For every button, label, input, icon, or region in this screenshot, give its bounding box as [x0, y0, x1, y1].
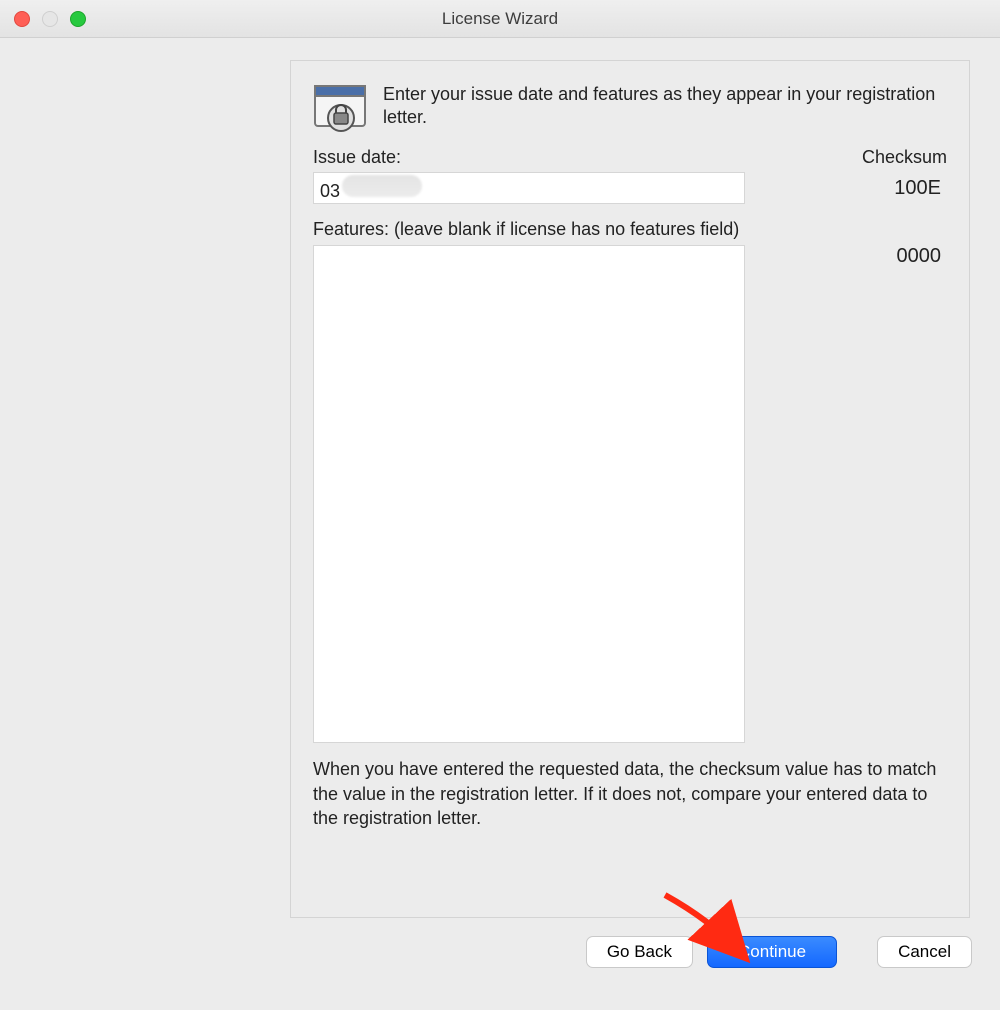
go-back-button[interactable]: Go Back [586, 936, 693, 968]
issue-date-checksum: 100E [894, 177, 947, 200]
wizard-headline: Enter your issue date and features as th… [383, 83, 947, 133]
features-checksum: 0000 [897, 245, 948, 268]
issue-date-label: Issue date: [313, 147, 401, 168]
wizard-frame: Enter your issue date and features as th… [290, 60, 970, 918]
redacted-segment [342, 175, 422, 197]
close-window-button[interactable] [14, 11, 30, 27]
features-textarea[interactable] [313, 245, 745, 743]
wizard-button-row: Go Back Continue Cancel [0, 918, 1000, 968]
minimize-window-button[interactable] [42, 11, 58, 27]
issue-date-value: 03 [320, 181, 340, 201]
titlebar: License Wizard [0, 0, 1000, 38]
license-wizard-icon [313, 83, 371, 133]
maximize-window-button[interactable] [70, 11, 86, 27]
checksum-help-text: When you have entered the requested data… [313, 757, 947, 830]
window-title: License Wizard [0, 9, 1000, 29]
window-traffic-lights [0, 11, 86, 27]
features-label: Features: (leave blank if license has no… [313, 218, 947, 241]
checksum-header-label: Checksum [862, 147, 947, 168]
cancel-button[interactable]: Cancel [877, 936, 972, 968]
issue-date-input[interactable]: 03 [313, 172, 745, 204]
continue-button[interactable]: Continue [707, 936, 837, 968]
